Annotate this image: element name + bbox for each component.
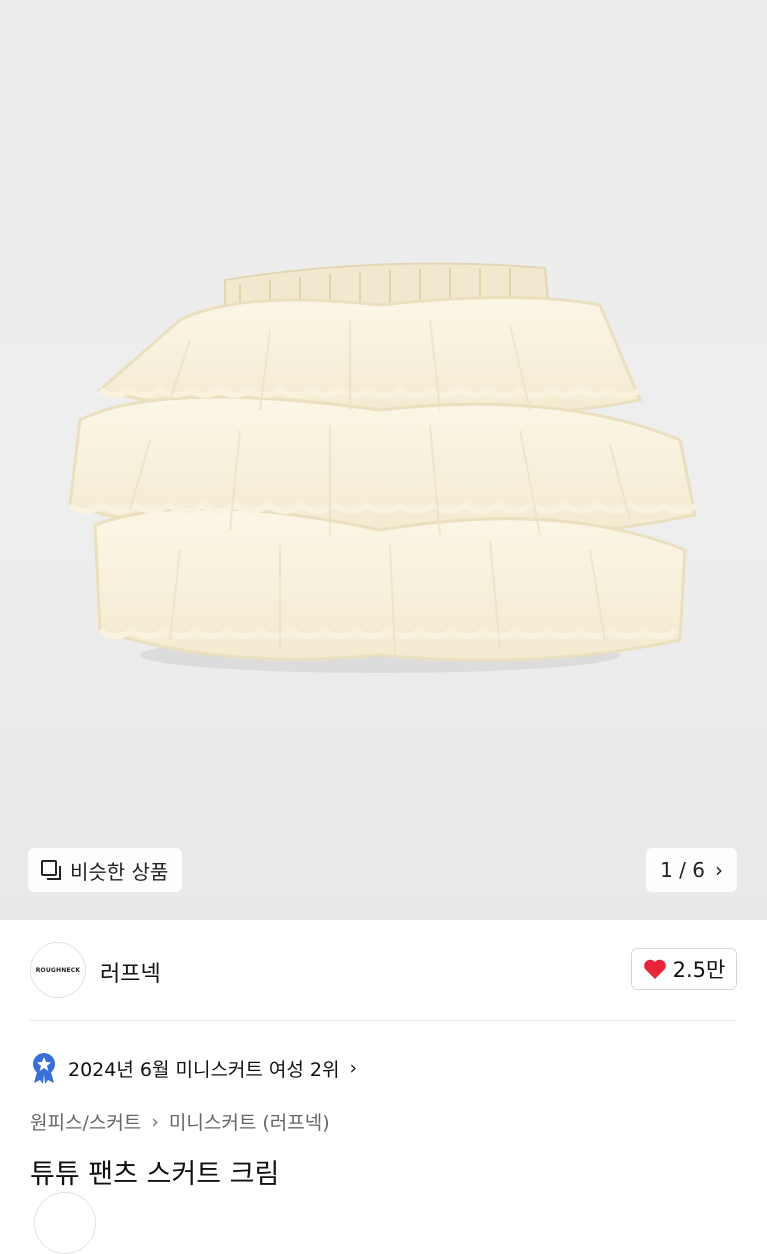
pager-count: 1 / 6	[660, 858, 705, 882]
chevron-right-icon: ›	[151, 1110, 159, 1133]
divider	[30, 1020, 737, 1021]
breadcrumb: 원피스/스커트 › 미니스커트 (러프넥)	[30, 1108, 330, 1135]
breadcrumb-subcategory[interactable]: 미니스커트 (러프넥)	[169, 1108, 330, 1135]
seller-logo-text: ROUGHNECK	[35, 966, 81, 974]
similar-items-icon	[41, 860, 61, 880]
ranking-text: 2024년 6월 미니스커트 여성 2위	[68, 1058, 340, 1081]
heart-icon	[643, 959, 666, 979]
product-image[interactable]	[40, 250, 720, 690]
product-title: 튜튜 팬츠 스커트 크림	[30, 1159, 280, 1190]
chevron-right-icon: ›	[715, 858, 723, 882]
similar-products-button[interactable]: 비슷한 상품	[28, 848, 183, 892]
seller-row: ROUGHNECK 러프넥 2.5만	[0, 920, 767, 1020]
breadcrumb-category[interactable]: 원피스/스커트	[30, 1108, 141, 1135]
like-button[interactable]: 2.5만	[631, 948, 737, 990]
ranking-link[interactable]: 2024년 6월 미니스커트 여성 2위 ›	[30, 1048, 357, 1088]
image-pager[interactable]: 1 / 6 ›	[646, 848, 737, 892]
chevron-right-icon: ›	[349, 1057, 358, 1079]
avatar	[34, 1192, 96, 1254]
ranking-badge-icon	[33, 1053, 55, 1084]
similar-products-label: 비슷한 상품	[70, 859, 169, 884]
product-gallery[interactable]: 비슷한 상품 1 / 6 ›	[0, 0, 767, 920]
like-count: 2.5만	[672, 958, 726, 982]
seller-name[interactable]: 러프넥	[100, 956, 161, 988]
seller-avatar[interactable]: ROUGHNECK	[30, 942, 86, 998]
